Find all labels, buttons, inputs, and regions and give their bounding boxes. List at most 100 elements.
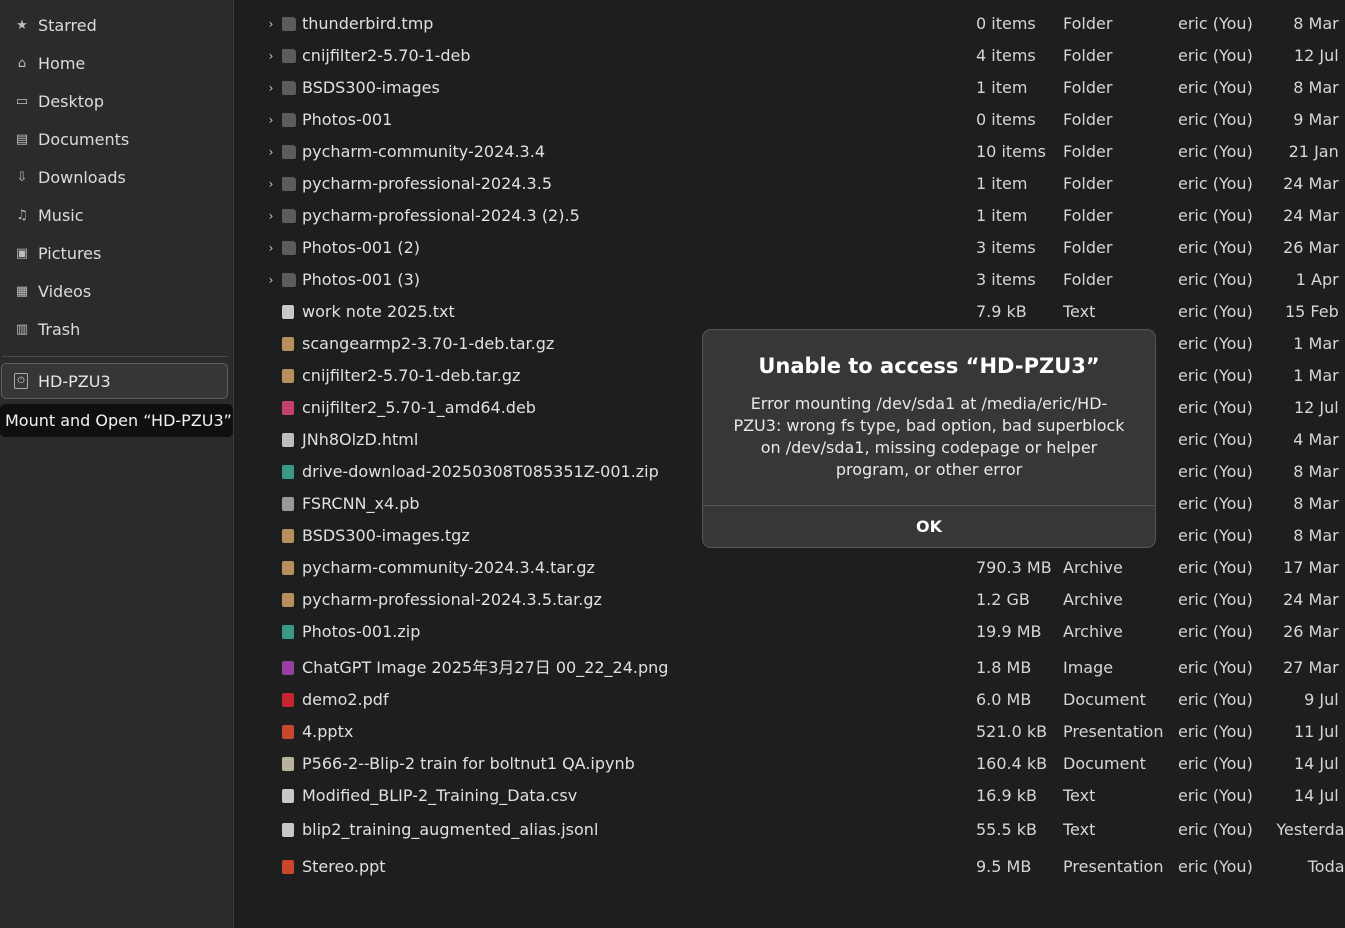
file-type: Folder [1063,142,1113,161]
file-size: 521.0 kB [976,722,1048,741]
file-size: 9.5 MB [976,857,1032,876]
file-name: blip2_training_augmented_alias.jsonl [302,820,599,839]
sidebar-item-videos[interactable]: ▦ Videos [0,272,232,310]
file-owner: eric (You) [1178,526,1253,545]
folder-file-icon [282,177,296,191]
file-row[interactable]: 4.pptx 521.0 kB Presentation eric (You) 11 J… [234,716,1345,748]
file-row[interactable]: Stereo.ppt 9.5 MB Presentation eric (You) To… [234,851,1345,883]
sidebar-item-downloads[interactable]: ⇩ Downloads [0,158,232,196]
html-file-icon [282,433,294,447]
file-owner: eric (You) [1178,302,1253,321]
bin-file-icon [282,497,294,511]
file-name: BSDS300-images [302,78,440,97]
file-type: Folder [1063,78,1113,97]
expand-chevron-icon[interactable]: › [266,136,276,168]
file-row[interactable]: P566-2--Blip-2 train for boltnut1 QA.ipy… [234,748,1345,780]
expand-chevron-icon[interactable]: › [266,168,276,200]
file-type: Document [1063,754,1146,773]
file-row[interactable]: › BSDS300-images 1 item Folder eric (You) 8 M… [234,72,1345,104]
expand-chevron-icon[interactable]: › [266,200,276,232]
file-row[interactable]: Photos-001.zip 19.9 MB Archive eric (You) 26… [234,616,1345,648]
file-size: 1.8 MB [976,658,1032,677]
folder-file-icon [282,273,296,287]
file-modified: 8 Mar 2 [1293,14,1345,33]
folder-file-icon [282,49,296,63]
archive-file-icon [282,337,294,351]
file-modified: 14 Jul 2 [1293,786,1345,805]
file-name: Photos-001.zip [302,622,421,641]
file-row[interactable]: › cnijfilter2-5.70-1-deb 4 items Folder eric… [234,40,1345,72]
ppt-file-icon [282,860,294,874]
expand-chevron-icon[interactable]: › [266,104,276,136]
archive-file-icon [282,369,294,383]
ok-button[interactable]: OK [703,506,1155,547]
expand-chevron-icon[interactable]: › [266,40,276,72]
file-modified: 21 Jan 1 [1288,142,1345,161]
file-size: 3 items [976,238,1036,257]
file-owner: eric (You) [1178,622,1253,641]
home-icon: ⌂ [17,55,27,71]
file-row[interactable]: › pycharm-community-2024.3.4 10 items Folde… [234,136,1345,168]
file-modified: 1 Mar 2 [1293,366,1345,385]
file-owner: eric (You) [1178,238,1253,257]
sidebar-item-hd-pzu3[interactable]: ⏻ HD-PZU3 [1,363,228,399]
file-row[interactable]: › Photos-001 (2) 3 items Folder eric (You) 26… [234,232,1345,264]
sidebar-item-pictures[interactable]: ▣ Pictures [0,234,232,272]
file-modified: 1 Mar 2 [1293,334,1345,353]
file-row[interactable]: › Photos-001 0 items Folder eric (You) 9 Mar … [234,104,1345,136]
file-owner: eric (You) [1178,820,1253,839]
file-row[interactable]: Modified_BLIP-2_Training_Data.csv 16.9 kB… [234,780,1345,812]
expand-chevron-icon[interactable]: › [266,8,276,40]
expand-chevron-icon[interactable]: › [266,264,276,296]
file-row[interactable]: ChatGPT Image 2025年3月27日 00_22_24.png 1.8… [234,652,1345,684]
file-row[interactable]: pycharm-professional-2024.3.5.tar.gz 1.2 … [234,584,1345,616]
file-name: 4.pptx [302,722,354,741]
file-row[interactable]: work note 2025.txt 7.9 kB Text eric (You) 15… [234,296,1345,328]
file-row[interactable]: › pycharm-professional-2024.3.5 1 item Fold… [234,168,1345,200]
sidebar-item-label: Starred [38,15,97,35]
file-row[interactable]: pycharm-community-2024.3.4.tar.gz 790.3 M… [234,552,1345,584]
sidebar-item-documents[interactable]: ▤ Documents [0,120,232,158]
expand-chevron-icon[interactable]: › [266,72,276,104]
file-name: FSRCNN_x4.pb [302,494,420,513]
file-size: 55.5 kB [976,820,1037,839]
file-name: ChatGPT Image 2025年3月27日 00_22_24.png [302,658,669,677]
file-owner: eric (You) [1178,398,1253,417]
file-size: 1 item [976,206,1028,225]
file-row[interactable]: blip2_training_augmented_alias.jsonl 55.5… [234,814,1345,846]
file-owner: eric (You) [1178,430,1253,449]
sidebar-item-starred[interactable]: ★ Starred [0,6,232,44]
sidebar-item-home[interactable]: ⌂ Home [0,44,232,82]
desktop-icon: ▭ [15,93,29,109]
file-modified: 24 Mar 2 [1283,174,1345,193]
file-owner: eric (You) [1178,142,1253,161]
file-row[interactable]: › thunderbird.tmp 0 items Folder eric (You) 8… [234,8,1345,40]
file-size: 19.9 MB [976,622,1042,641]
file-modified: 17 Mar 2 [1283,558,1345,577]
file-modified: 24 Mar 2 [1283,206,1345,225]
folder-file-icon [282,209,296,223]
file-row[interactable]: › Photos-001 (3) 3 items Folder eric (You) 1 … [234,264,1345,296]
sidebar-item-music[interactable]: ♫ Music [0,196,232,234]
sidebar-item-desktop[interactable]: ▭ Desktop [0,82,232,120]
folder-file-icon [282,17,296,31]
file-owner: eric (You) [1178,334,1253,353]
file-type: Text [1063,786,1096,805]
sidebar-item-label: Documents [38,129,130,149]
file-type: Archive [1063,622,1123,641]
file-modified: Today [1307,857,1345,876]
ppt-file-icon [282,725,294,739]
expand-chevron-icon[interactable]: › [266,232,276,264]
file-type: Folder [1063,270,1113,289]
sidebar-item-trash[interactable]: ▥ Trash [0,310,232,348]
file-row[interactable]: demo2.pdf 6.0 MB Document eric (You) 9 Jul 2 [234,684,1345,716]
sidebar-item-label: HD-PZU3 [38,371,111,391]
file-name: cnijfilter2_5.70-1_amd64.deb [302,398,536,417]
file-type: Folder [1063,206,1113,225]
file-name: cnijfilter2-5.70-1-deb.tar.gz [302,366,521,385]
file-modified: 26 Mar 2 [1283,238,1345,257]
file-modified: 8 Mar 2 [1293,494,1345,513]
file-row[interactable]: › pycharm-professional-2024.3 (2).5 1 item… [234,200,1345,232]
sidebar-item-label: Music [38,205,84,225]
sidebar-item-label: Home [38,53,86,73]
